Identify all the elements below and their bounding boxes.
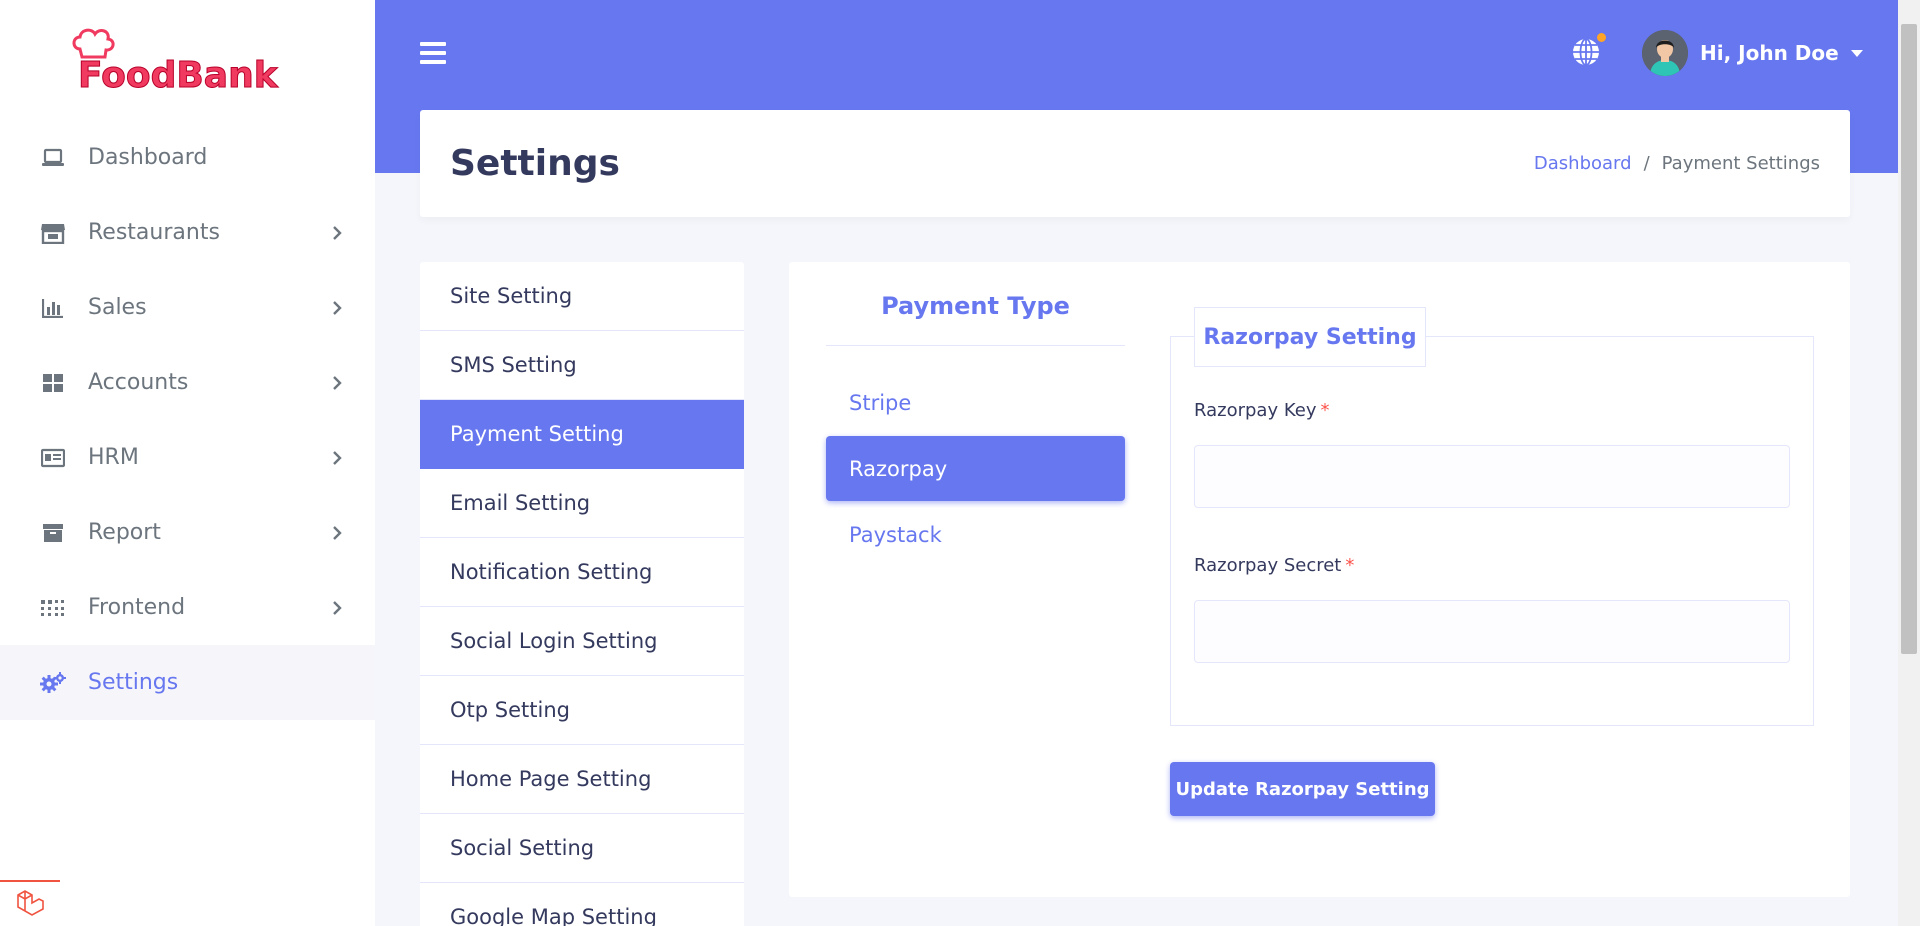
laravel-icon bbox=[17, 890, 44, 916]
menu-toggle-icon[interactable] bbox=[420, 40, 446, 66]
required-mark: * bbox=[1320, 400, 1330, 421]
avatar bbox=[1642, 30, 1688, 76]
settings-menu-item[interactable]: Google Map Setting bbox=[420, 883, 744, 926]
laptop-icon bbox=[40, 145, 66, 171]
sidebar-item-settings[interactable]: Settings bbox=[0, 645, 375, 720]
settings-menu-item[interactable]: Otp Setting bbox=[420, 676, 744, 745]
notification-dot bbox=[1597, 33, 1606, 42]
id-card-icon bbox=[40, 445, 66, 471]
sidebar-item-label: HRM bbox=[88, 445, 139, 470]
chevron-right-icon bbox=[333, 375, 342, 390]
settings-menu-item[interactable]: Home Page Setting bbox=[420, 745, 744, 814]
sidebar-item-label: Dashboard bbox=[88, 145, 208, 170]
required-mark: * bbox=[1345, 555, 1355, 576]
settings-menu-item[interactable]: Notification Setting bbox=[420, 538, 744, 607]
user-greeting: Hi, John Doe bbox=[1700, 41, 1839, 65]
sidebar-item-label: Restaurants bbox=[88, 220, 220, 245]
settings-menu-item[interactable]: Site Setting bbox=[420, 262, 744, 331]
grid-icon bbox=[40, 370, 66, 396]
breadcrumb-current: Payment Settings bbox=[1661, 153, 1820, 174]
settings-menu: Site Setting SMS Setting Payment Setting… bbox=[420, 262, 744, 926]
razorpay-fieldset bbox=[1170, 336, 1814, 726]
sidebar-item-dashboard[interactable]: Dashboard bbox=[0, 120, 375, 195]
payment-settings-card: Payment Type Stripe Razorpay Paystack Ra… bbox=[789, 262, 1850, 897]
razorpay-key-label: Razorpay Key * bbox=[1194, 400, 1330, 421]
settings-menu-item[interactable]: Social Setting bbox=[420, 814, 744, 883]
chevron-right-icon bbox=[333, 600, 342, 615]
user-menu[interactable]: Hi, John Doe bbox=[1642, 30, 1863, 76]
chevron-right-icon bbox=[333, 525, 342, 540]
bar-chart-icon bbox=[40, 295, 66, 321]
language-switcher[interactable] bbox=[1570, 33, 1606, 68]
sidebar-item-label: Settings bbox=[88, 670, 179, 695]
dots-grid-icon bbox=[40, 595, 66, 621]
sidebar-item-accounts[interactable]: Accounts bbox=[0, 345, 375, 420]
sidebar: FoodBank Dashboard Restaurants Sales Acc… bbox=[0, 0, 375, 926]
razorpay-secret-input[interactable] bbox=[1194, 600, 1790, 663]
globe-icon bbox=[1573, 38, 1599, 66]
archive-icon bbox=[40, 520, 66, 546]
brand-logo[interactable]: FoodBank bbox=[0, 0, 375, 120]
update-razorpay-setting-button[interactable]: Update Razorpay Setting bbox=[1170, 762, 1435, 816]
divider bbox=[826, 345, 1125, 346]
chevron-right-icon bbox=[333, 300, 342, 315]
chevron-right-icon bbox=[333, 225, 342, 240]
debugbar-toggle[interactable] bbox=[0, 880, 60, 926]
razorpay-setting-legend: Razorpay Setting bbox=[1194, 307, 1426, 367]
breadcrumb-dashboard-link[interactable]: Dashboard bbox=[1534, 153, 1632, 174]
settings-menu-item[interactable]: Social Login Setting bbox=[420, 607, 744, 676]
caret-down-icon bbox=[1850, 49, 1863, 57]
sidebar-item-label: Report bbox=[88, 520, 161, 545]
cogs-icon bbox=[40, 670, 66, 696]
payment-type-title: Payment Type bbox=[881, 292, 1070, 320]
sidebar-item-frontend[interactable]: Frontend bbox=[0, 570, 375, 645]
settings-menu-item-active[interactable]: Payment Setting bbox=[420, 400, 744, 469]
breadcrumb-separator: / bbox=[1643, 153, 1650, 174]
breadcrumb: Dashboard / Payment Settings bbox=[1534, 153, 1820, 174]
sidebar-item-report[interactable]: Report bbox=[0, 495, 375, 570]
page-header: Settings Dashboard / Payment Settings bbox=[420, 110, 1850, 217]
store-icon bbox=[40, 220, 66, 246]
page-title: Settings bbox=[450, 143, 620, 184]
chef-hat-icon: FoodBank bbox=[72, 28, 279, 95]
settings-menu-item[interactable]: Email Setting bbox=[420, 469, 744, 538]
sidebar-item-label: Sales bbox=[88, 295, 147, 320]
brand-name: FoodBank bbox=[78, 55, 279, 95]
settings-menu-item[interactable]: SMS Setting bbox=[420, 331, 744, 400]
payment-type-stripe[interactable]: Stripe bbox=[826, 370, 1125, 435]
razorpay-secret-label: Razorpay Secret * bbox=[1194, 555, 1355, 576]
sidebar-item-sales[interactable]: Sales bbox=[0, 270, 375, 345]
razorpay-key-input[interactable] bbox=[1194, 445, 1790, 508]
payment-type-razorpay[interactable]: Razorpay bbox=[826, 436, 1125, 501]
chevron-right-icon bbox=[333, 450, 342, 465]
sidebar-item-label: Accounts bbox=[88, 370, 189, 395]
sidebar-item-restaurants[interactable]: Restaurants bbox=[0, 195, 375, 270]
sidebar-item-hrm[interactable]: HRM bbox=[0, 420, 375, 495]
scrollbar-thumb[interactable] bbox=[1901, 24, 1917, 654]
sidebar-item-label: Frontend bbox=[88, 595, 186, 620]
payment-type-paystack[interactable]: Paystack bbox=[826, 502, 1125, 567]
page-scrollbar[interactable] bbox=[1898, 0, 1920, 926]
